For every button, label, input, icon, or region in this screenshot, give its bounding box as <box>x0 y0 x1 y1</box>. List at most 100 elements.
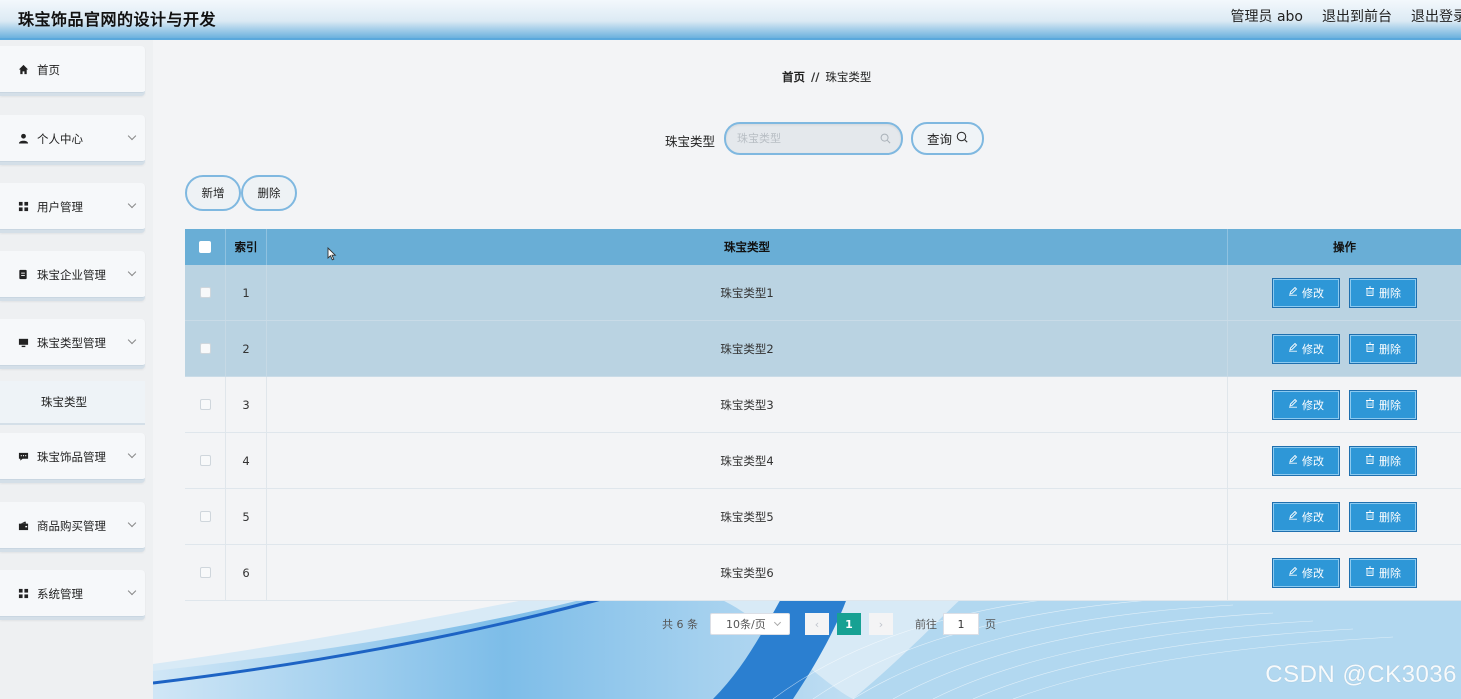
exit-to-front-link[interactable]: 退出到前台 <box>1322 6 1392 26</box>
row-index: 3 <box>226 377 267 432</box>
edit-button[interactable]: 修改 <box>1272 501 1340 532</box>
edit-icon <box>1288 398 1298 411</box>
search-icon <box>956 131 968 146</box>
row-select-cell <box>185 265 226 320</box>
trash-icon <box>1365 454 1375 467</box>
header-select-cell <box>185 229 226 265</box>
edit-button[interactable]: 修改 <box>1272 277 1340 308</box>
sidebar-item-purchase-management[interactable]: 商品购买管理 <box>0 502 145 552</box>
row-checkbox[interactable] <box>199 511 211 522</box>
table-row: 6 珠宝类型6 修改 删除 <box>185 545 1461 601</box>
query-button-label: 查询 <box>926 132 952 147</box>
sidebar-item-jewelry-management[interactable]: 珠宝饰品管理 <box>0 433 145 483</box>
breadcrumb-home[interactable]: 首页 <box>782 69 805 85</box>
chevron-left-icon: ‹ <box>814 617 820 631</box>
delete-button[interactable]: 删除 <box>1349 389 1417 420</box>
watermark: CSDN @CK3036 <box>1265 661 1457 688</box>
chevron-down-icon <box>127 518 137 528</box>
sidebar-item-system-management[interactable]: 系统管理 <box>0 570 145 620</box>
sidebar-item-label: 珠宝企业管理 <box>37 267 106 282</box>
page-size-select[interactable]: 10条/页 <box>710 613 790 635</box>
row-ops: 修改 删除 <box>1228 265 1461 320</box>
row-ops: 修改 删除 <box>1228 377 1461 432</box>
logout-link[interactable]: 退出登录 <box>1411 6 1461 26</box>
row-checkbox[interactable] <box>199 287 211 298</box>
add-button[interactable]: 新增 <box>185 175 241 211</box>
trash-icon <box>1365 398 1375 411</box>
edit-button[interactable]: 修改 <box>1272 557 1340 588</box>
batch-delete-button[interactable]: 删除 <box>241 175 297 211</box>
row-index: 6 <box>226 545 267 600</box>
table-row: 4 珠宝类型4 修改 删除 <box>185 433 1461 489</box>
trash-icon <box>1365 342 1375 355</box>
delete-button[interactable]: 删除 <box>1349 557 1417 588</box>
row-checkbox[interactable] <box>199 455 211 466</box>
query-button[interactable]: 查询 <box>911 122 984 155</box>
delete-button[interactable]: 删除 <box>1349 501 1417 532</box>
edit-button[interactable]: 修改 <box>1272 445 1340 476</box>
row-select-cell <box>185 489 226 544</box>
trash-icon <box>1365 566 1375 579</box>
delete-button[interactable]: 删除 <box>1349 333 1417 364</box>
page-size-value: 10条/页 <box>726 618 766 631</box>
delete-button[interactable]: 删除 <box>1349 277 1417 308</box>
sidebar-item-enterprise-management[interactable]: 珠宝企业管理 <box>0 251 145 301</box>
mouse-cursor-icon <box>327 247 337 261</box>
admin-user-label[interactable]: 管理员 abo <box>1231 6 1303 26</box>
delete-label: 删除 <box>1379 342 1401 356</box>
edit-button[interactable]: 修改 <box>1272 333 1340 364</box>
row-index: 5 <box>226 489 267 544</box>
search-field[interactable] <box>724 122 903 155</box>
edit-button[interactable]: 修改 <box>1272 389 1340 420</box>
row-ops: 修改 删除 <box>1228 321 1461 376</box>
row-index: 2 <box>226 321 267 376</box>
select-all-checkbox[interactable] <box>199 241 211 253</box>
edit-icon <box>1288 454 1298 467</box>
edit-label: 修改 <box>1302 398 1324 412</box>
chevron-right-icon: › <box>878 617 884 631</box>
prev-page-button[interactable]: ‹ <box>805 613 829 635</box>
row-type: 珠宝类型6 <box>267 545 1228 600</box>
sidebar-item-label: 珠宝类型管理 <box>37 335 106 350</box>
sidebar-item-label: 珠宝饰品管理 <box>37 449 106 464</box>
next-page-button[interactable]: › <box>869 613 893 635</box>
row-checkbox[interactable] <box>199 343 211 354</box>
table-row: 1 珠宝类型1 修改 删除 <box>185 265 1461 321</box>
home-icon <box>17 64 29 75</box>
edit-icon <box>1288 566 1298 579</box>
edit-label: 修改 <box>1302 286 1324 300</box>
delete-label: 删除 <box>1379 286 1401 300</box>
row-index: 4 <box>226 433 267 488</box>
delete-label: 删除 <box>1379 566 1401 580</box>
sidebar-item-user-management[interactable]: 用户管理 <box>0 183 145 233</box>
sidebar-item-personal-center[interactable]: 个人中心 <box>0 115 145 165</box>
sidebar-item-label: 用户管理 <box>37 199 83 214</box>
row-checkbox[interactable] <box>199 567 211 578</box>
goto-page-input[interactable]: 1 <box>943 613 979 635</box>
row-index: 1 <box>226 265 267 320</box>
top-links: 管理员 abo 退出到前台 退出登录 <box>1231 6 1461 26</box>
sidebar-subitem-jewelry-type[interactable]: 珠宝类型 <box>0 381 145 425</box>
chat-icon <box>17 451 29 462</box>
top-header: 珠宝饰品官网的设计与开发 管理员 abo 退出到前台 退出登录 <box>0 0 1461 40</box>
search-label: 珠宝类型 <box>665 134 716 149</box>
edit-label: 修改 <box>1302 342 1324 356</box>
row-type: 珠宝类型4 <box>267 433 1228 488</box>
delete-label: 删除 <box>1379 454 1401 468</box>
sidebar-item-home[interactable]: 首页 <box>0 46 145 96</box>
header-ops: 操作 <box>1333 240 1356 254</box>
search-input[interactable] <box>737 132 877 145</box>
app-title: 珠宝饰品官网的设计与开发 <box>18 10 217 29</box>
delete-button[interactable]: 删除 <box>1349 445 1417 476</box>
grid-icon <box>17 201 29 212</box>
edit-label: 修改 <box>1302 454 1324 468</box>
row-type: 珠宝类型2 <box>267 321 1228 376</box>
row-select-cell <box>185 433 226 488</box>
sidebar-item-type-management[interactable]: 珠宝类型管理 <box>0 319 145 369</box>
edit-icon <box>1288 510 1298 523</box>
page-number-current[interactable]: 1 <box>837 613 861 635</box>
breadcrumb-current: 珠宝类型 <box>825 70 872 84</box>
edit-icon <box>1288 286 1298 299</box>
row-checkbox[interactable] <box>199 399 211 410</box>
table-row: 3 珠宝类型3 修改 删除 <box>185 377 1461 433</box>
